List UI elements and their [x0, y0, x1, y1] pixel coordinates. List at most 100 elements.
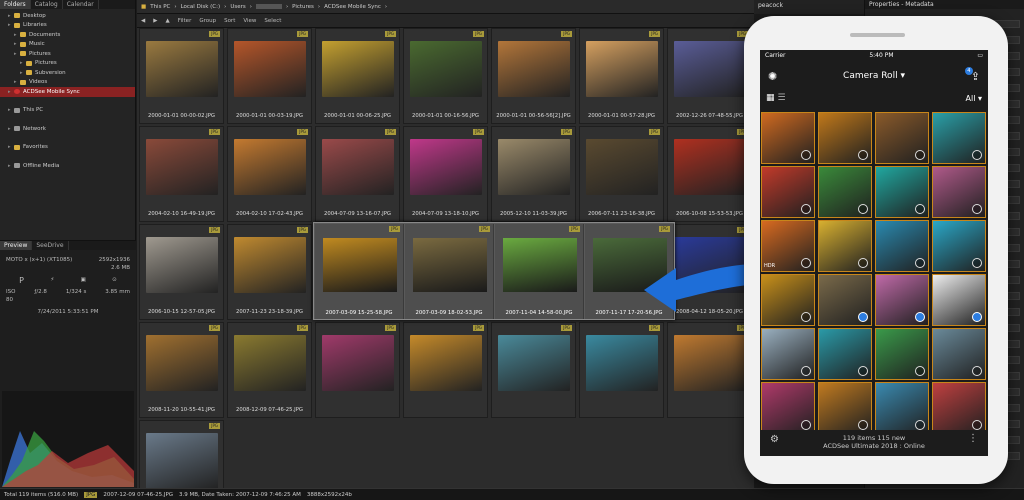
- select-check-icon[interactable]: [858, 204, 868, 214]
- breadcrumb-mobile-sync[interactable]: ACDSee Mobile Sync: [324, 4, 381, 10]
- thumbnail-cell[interactable]: JPG 2006-10-15 12-57-05.JPG: [139, 224, 224, 320]
- tree-item[interactable]: ▸ This PC: [0, 106, 135, 116]
- thumbnail-cell[interactable]: JPG 2008-12-09 07-46-25.JPG: [227, 322, 312, 418]
- breadcrumb-local-disk[interactable]: Local Disk (C:): [181, 4, 221, 10]
- photo-tile[interactable]: [818, 328, 872, 380]
- photo-tile[interactable]: [932, 382, 986, 434]
- thumbnail-cell[interactable]: JPG 2004-02-10 16-49-19.JPG: [139, 126, 224, 222]
- tree-item[interactable]: ▸ Desktop: [0, 11, 135, 21]
- photo-tile[interactable]: [932, 274, 986, 326]
- tree-item[interactable]: ▸ Music: [0, 40, 135, 50]
- sort-menu[interactable]: Sort: [224, 18, 235, 24]
- select-check-icon[interactable]: [972, 204, 982, 214]
- select-check-icon[interactable]: [972, 258, 982, 268]
- photo-tile[interactable]: [875, 328, 929, 380]
- photo-tile[interactable]: [932, 112, 986, 164]
- photo-tile[interactable]: [875, 274, 929, 326]
- back-icon[interactable]: ◀: [141, 18, 145, 24]
- photo-tile[interactable]: [875, 382, 929, 434]
- more-icon[interactable]: ⋮: [968, 434, 978, 444]
- select-check-icon[interactable]: [972, 366, 982, 376]
- forward-icon[interactable]: ▶: [153, 18, 157, 24]
- photo-tile[interactable]: [818, 220, 872, 272]
- filter-dropdown[interactable]: All ▾: [966, 94, 982, 103]
- view-menu[interactable]: View: [243, 18, 256, 24]
- photo-tile[interactable]: [818, 112, 872, 164]
- up-icon[interactable]: ▲: [165, 18, 169, 24]
- select-check-icon[interactable]: [858, 258, 868, 268]
- select-check-icon[interactable]: [858, 150, 868, 160]
- photo-tile[interactable]: [818, 274, 872, 326]
- select-check-icon[interactable]: [858, 420, 868, 430]
- select-check-icon[interactable]: [801, 258, 811, 268]
- thumbnail-cell[interactable]: JPG: [667, 322, 752, 418]
- thumbnail-cell[interactable]: JPG 2000-01-01 00-03-19.JPG: [227, 28, 312, 124]
- thumbnail-cell[interactable]: JPG 2002-12-26 07-48-55.JPG: [667, 28, 752, 124]
- tab-seedrive[interactable]: SeeDrive: [32, 241, 69, 250]
- breadcrumb-this-pc[interactable]: This PC: [150, 4, 170, 10]
- select-check-icon[interactable]: [972, 150, 982, 160]
- upload-icon[interactable]: ⇪ 4: [964, 66, 980, 83]
- photo-tile[interactable]: [818, 382, 872, 434]
- preview-strip-item[interactable]: JPG 2007-03-09 15-25-58.JPG: [315, 224, 404, 319]
- select-check-icon[interactable]: [801, 204, 811, 214]
- thumbnail-cell[interactable]: JPG 2008-11-20 10-55-41.JPG: [139, 322, 224, 418]
- preview-strip-item[interactable]: JPG 2007-03-09 18-02-53.JPG: [405, 224, 494, 319]
- tab-preview[interactable]: Preview: [0, 241, 33, 250]
- tab-folders[interactable]: Folders: [0, 0, 31, 9]
- thumbnail-cell[interactable]: JPG 2000-01-01 00-06-25.JPG: [315, 28, 400, 124]
- select-check-icon[interactable]: [801, 420, 811, 430]
- thumbnail-cell[interactable]: JPG: [491, 322, 576, 418]
- photo-tile[interactable]: [932, 220, 986, 272]
- thumbnail-cell[interactable]: JPG 2007-11-23 23-18-39.JPG: [227, 224, 312, 320]
- tab-calendar[interactable]: Calendar: [63, 0, 99, 9]
- tree-item[interactable]: ▸ Documents: [0, 30, 135, 40]
- tree-item[interactable]: ▸ Libraries: [0, 21, 135, 31]
- select-check-icon[interactable]: [972, 420, 982, 430]
- photo-tile[interactable]: [818, 166, 872, 218]
- group-menu[interactable]: Group: [199, 18, 216, 24]
- select-check-icon[interactable]: [915, 420, 925, 430]
- photo-tile[interactable]: [761, 166, 815, 218]
- photo-tile[interactable]: [932, 328, 986, 380]
- tree-item[interactable]: ▸ Offline Media: [0, 161, 135, 171]
- search-input[interactable]: peacock: [754, 0, 864, 14]
- select-check-icon[interactable]: [801, 312, 811, 322]
- photo-tile[interactable]: [875, 166, 929, 218]
- tree-item[interactable]: ▸ Network: [0, 124, 135, 134]
- photo-tile[interactable]: [761, 328, 815, 380]
- list-view-icon[interactable]: ☰: [778, 93, 786, 103]
- thumbnail-cell[interactable]: JPG: [403, 322, 488, 418]
- select-check-icon[interactable]: [915, 258, 925, 268]
- filter-menu[interactable]: Filter: [178, 18, 192, 24]
- tree-item[interactable]: ▸ Pictures: [0, 49, 135, 59]
- thumbnail-cell[interactable]: JPG 2004-07-09 13-18-10.JPG: [403, 126, 488, 222]
- thumbnail-cell[interactable]: JPG 2000-01-01 00-56-56[2].JPG: [491, 28, 576, 124]
- photo-tile[interactable]: [932, 166, 986, 218]
- select-check-icon[interactable]: [858, 312, 868, 322]
- tree-item[interactable]: ▸ Videos: [0, 78, 135, 88]
- select-menu[interactable]: Select: [264, 18, 281, 24]
- tree-item[interactable]: ▸ Pictures: [0, 59, 135, 69]
- select-check-icon[interactable]: [915, 312, 925, 322]
- tree-item[interactable]: ▸ Favorites: [0, 143, 135, 153]
- photo-tile[interactable]: [875, 220, 929, 272]
- breadcrumb-users[interactable]: Users: [230, 4, 245, 10]
- select-check-icon[interactable]: [972, 312, 982, 322]
- select-check-icon[interactable]: [801, 366, 811, 376]
- tree-item[interactable]: ▸ Subversion: [0, 68, 135, 78]
- grid-view-icon[interactable]: ▦: [766, 93, 775, 103]
- thumbnail-cell[interactable]: JPG 2004-02-10 17-02-43.JPG: [227, 126, 312, 222]
- thumbnail-cell[interactable]: JPG 2006-07-11 23-16-38.JPG: [579, 126, 664, 222]
- photo-tile[interactable]: [761, 274, 815, 326]
- photo-tile[interactable]: HDR: [761, 220, 815, 272]
- album-title[interactable]: Camera Roll ▾: [843, 71, 905, 81]
- thumbnail-cell[interactable]: JPG 2006-10-08 15-53-53.JPG: [667, 126, 752, 222]
- settings-icon[interactable]: ⚙: [770, 435, 779, 445]
- photo-tile[interactable]: [761, 112, 815, 164]
- select-check-icon[interactable]: [915, 150, 925, 160]
- thumbnail-cell[interactable]: JPG 2000-01-01 00-57-28.JPG: [579, 28, 664, 124]
- preview-strip-item[interactable]: JPG 2007-11-04 14-58-00.JPG: [495, 224, 584, 319]
- thumbnail-cell[interactable]: JPG: [579, 322, 664, 418]
- thumbnail-cell[interactable]: JPG: [315, 322, 400, 418]
